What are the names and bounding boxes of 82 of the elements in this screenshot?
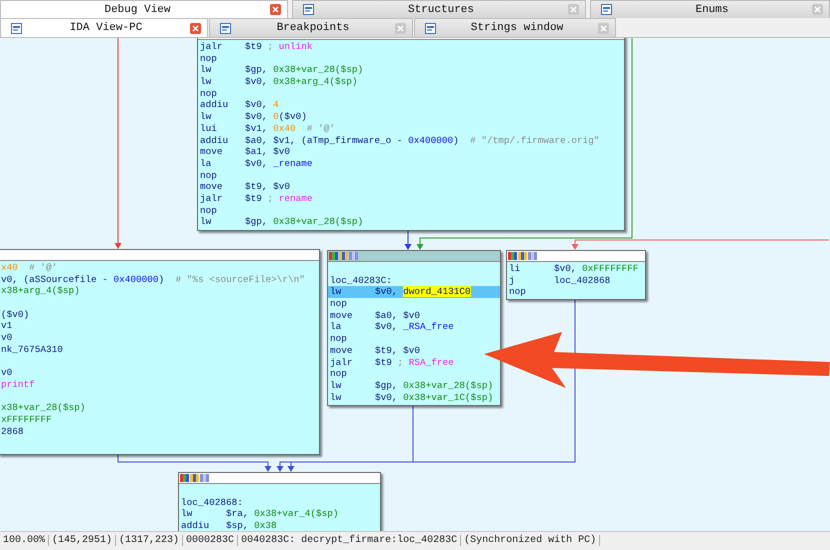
code-line: v0, (aSSourcefile - 0x400000) # "%s <sourceFile>\r\n" (0, 274, 306, 286)
code-line: j loc_402868 (508, 274, 612, 286)
tab[interactable]: Structures (292, 0, 586, 18)
tab[interactable]: Enums (590, 0, 830, 18)
code-block[interactable] (197, 38, 625, 231)
close-icon[interactable] (190, 22, 201, 34)
code-line: nop (508, 286, 527, 298)
code-line: v1 (0, 320, 14, 332)
code-line: jalr $t9 ; rename (199, 192, 314, 205)
window-icon (601, 4, 612, 15)
code-line: lw $gp, 0x38+var_28($sp) (199, 64, 364, 76)
code-line: addiu $sp, 0x38 (180, 520, 278, 531)
code-line: loc_402868: (180, 496, 244, 508)
window-icon (425, 22, 436, 34)
code-line: lui $v1, 0x40 # '@' (199, 122, 336, 134)
code-line: v0 (0, 367, 14, 379)
code-line: move $t9, $v0 (329, 344, 422, 356)
code-line: nk_7675A310 (0, 344, 64, 356)
status-text: 0040283C: decrypt_firmare:loc_40283C (238, 534, 462, 546)
code-line: addiu $v0, 4 (199, 99, 280, 112)
code-line: la $v0, _rename (199, 158, 314, 170)
code-line: ($v0) (0, 308, 30, 320)
code-line: printf (0, 378, 36, 391)
grid-icon[interactable] (349, 252, 358, 260)
close-icon[interactable] (270, 4, 281, 15)
code-line: lw $v0, 0x38+var_1C($sp) (329, 392, 494, 404)
code-line: addiu $a0, $v1, (aTmp_firmware_o - 0x400000) # "/tmp/.firmware.orig" (199, 134, 600, 146)
status-text: 0000283C (183, 534, 238, 546)
code-line: nop (199, 52, 218, 64)
code-line: lw $v0, 0($v0) (199, 111, 308, 123)
code-line: x38+arg_4($sp) (0, 285, 81, 298)
code-line: li $v0, 0xFFFFFFFF (508, 263, 640, 275)
window-icon (11, 22, 22, 34)
grid-icon[interactable] (528, 252, 537, 260)
status-text: (1317,223) (116, 534, 184, 546)
tab[interactable]: Strings window (414, 18, 616, 37)
code-block[interactable]: x40 # '@' v0, (aSSourcefile - 0x400000) # "%s <sourceFile>\r\n" x38+arg_4($sp) ($v0) v1 v0 nk_7675A310 v0 printf x38+var_28($sp) xFFFFFFFF 2868 (0, 249, 320, 455)
node-header[interactable] (328, 251, 500, 262)
window-icon (220, 22, 231, 34)
code-line: lw $gp, 0x38+var_28($sp) (329, 380, 494, 392)
tab[interactable]: Debug View (0, 0, 288, 18)
graph-icon[interactable] (518, 252, 527, 260)
code-line: nop (199, 204, 218, 216)
code-block[interactable]: loc_402868: lw $ra, 0x38+var_4($sp) addiu $sp, 0x38 (178, 472, 381, 531)
code-line: v0 (0, 332, 14, 344)
color-palette-icon[interactable] (180, 474, 189, 482)
grid-icon[interactable] (200, 474, 209, 482)
node-header[interactable] (179, 473, 380, 484)
code-block[interactable]: loc_40283C: lw $v0, dword_4131C0 nop move $a0, $v0 la $v0, _RSA_free nop move $t9, $v0 jalr $t9 ; RSA_free nop lw $gp, 0x38+var_28($sp) lw $v0, 0x38+var_1C($sp) (327, 250, 501, 406)
window-icon (303, 4, 314, 15)
code-line: lw $ra, 0x38+var_4($sp) (180, 508, 340, 520)
code-line: x40 # '@' (0, 262, 58, 274)
code-line: nop (329, 368, 348, 380)
color-palette-icon[interactable] (329, 252, 338, 260)
code-line: move $t9, $v0 (199, 181, 292, 193)
status-text: (145,2951) (49, 534, 116, 546)
color-palette-icon[interactable] (508, 252, 517, 260)
code-line: x38+var_28($sp) (0, 402, 86, 414)
code-line: jalr $t9 ; unlink (199, 41, 314, 53)
code-line: 2868 (0, 426, 25, 438)
status-text: 100.00% (0, 534, 50, 546)
node-header[interactable] (0, 250, 319, 261)
node-header[interactable] (507, 251, 645, 262)
code-block[interactable]: li $v0, 0xFFFFFFFF j loc_402868 nop (506, 250, 646, 300)
graph-icon[interactable] (190, 474, 199, 482)
code-line: la $v0, _RSA_free (329, 321, 455, 334)
code-line: nop (199, 170, 218, 182)
edge-arrow (404, 230, 412, 250)
code-line: move $a0, $v0 (329, 310, 422, 322)
code-line: lw $gp, 0x38+var_28($sp) (199, 216, 364, 228)
code-line: nop (329, 333, 348, 345)
status-text: (Synchronized with PC) (461, 534, 600, 546)
code-line: nop (329, 298, 348, 310)
code-line: loc_40283C: (329, 274, 393, 286)
code-line: move $a1, $v0 (199, 146, 292, 158)
tab[interactable]: Breakpoints (209, 18, 413, 37)
tab[interactable]: IDA View-PC (0, 18, 208, 37)
code-line: xFFFFFFFF (0, 414, 53, 426)
code-line: nop (199, 88, 218, 100)
code-line: lw $v0, 0x38+arg_4($sp) (199, 76, 359, 88)
graph-icon[interactable] (339, 252, 348, 260)
code-line: jalr $t9 ; RSA_free (329, 356, 455, 368)
